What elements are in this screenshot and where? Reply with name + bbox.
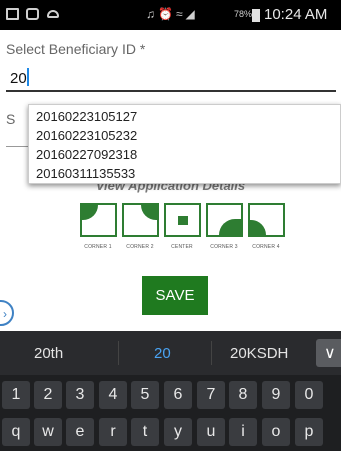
wifi-icon: ≈ <box>175 7 186 21</box>
number-row: 1 2 3 4 5 6 7 8 9 0 <box>0 378 341 410</box>
signal-icon: ◢ <box>185 7 198 21</box>
key-0[interactable]: 0 <box>295 381 323 409</box>
second-field-label: S <box>6 111 16 127</box>
corner-3-label: CORNER 3 <box>210 244 238 250</box>
center-label: CENTER <box>171 244 193 250</box>
key-w[interactable]: w <box>34 418 62 446</box>
key-8[interactable]: 8 <box>229 381 257 409</box>
corner-3-button[interactable] <box>206 203 243 237</box>
suggestion-item[interactable]: 20160223105127 <box>29 107 340 126</box>
keyboard-suggestion[interactable]: 20KSDH <box>230 345 288 362</box>
corner-2-icon <box>141 205 157 220</box>
photo-corners: CORNER 1 CORNER 2 CENTER CORNER 3 CORNER… <box>80 203 290 263</box>
suggestion-item[interactable]: 20160223105232 <box>29 126 340 145</box>
notification-icons: ♫⏰≈◢ <box>146 7 198 21</box>
letter-row: q w e r t y u i o p <box>0 415 341 447</box>
battery-icon <box>252 9 260 22</box>
center-button[interactable] <box>164 203 201 237</box>
key-p[interactable]: p <box>295 418 323 446</box>
mute-icon: ♫ <box>146 7 158 21</box>
key-7[interactable]: 7 <box>197 381 225 409</box>
battery-percent: 78% <box>234 9 253 19</box>
key-u[interactable]: u <box>197 418 225 446</box>
key-9[interactable]: 9 <box>262 381 290 409</box>
side-drawer-handle[interactable]: › <box>0 300 14 326</box>
save-button[interactable]: SAVE <box>142 276 208 315</box>
chevron-right-icon: › <box>3 307 7 321</box>
key-r[interactable]: r <box>99 418 127 446</box>
suggestion-item[interactable]: 20160227092318 <box>29 145 340 164</box>
status-time: 10:24 AM <box>264 6 328 23</box>
key-o[interactable]: o <box>262 418 290 446</box>
app-screen: ♫⏰≈◢ 78% 10:24 AM Select Beneficiary ID … <box>0 0 341 451</box>
beneficiary-input[interactable] <box>6 62 336 92</box>
key-t[interactable]: t <box>131 418 159 446</box>
soft-keyboard: 20th 20 20KSDH ∨ 1 2 3 4 5 6 7 8 9 0 q w… <box>0 331 341 451</box>
corner-4-label: CORNER 4 <box>252 244 280 250</box>
key-6[interactable]: 6 <box>164 381 192 409</box>
chevron-down-icon: ∨ <box>324 345 336 362</box>
text-cursor <box>27 68 29 86</box>
key-2[interactable]: 2 <box>34 381 62 409</box>
beneficiary-suggestions: 20160223105127 20160223105232 2016022709… <box>28 104 341 184</box>
suggestion-item[interactable]: 20160311135533 <box>29 164 340 183</box>
corner-4-icon <box>250 220 266 235</box>
key-i[interactable]: i <box>229 418 257 446</box>
message-icon <box>26 8 39 20</box>
key-y[interactable]: y <box>164 418 192 446</box>
corner-2-button[interactable] <box>122 203 159 237</box>
key-5[interactable]: 5 <box>131 381 159 409</box>
corner-1-label: CORNER 1 <box>84 244 112 250</box>
gallery-icon <box>6 8 19 20</box>
status-bar: ♫⏰≈◢ 78% 10:24 AM <box>0 0 341 30</box>
corner-1-button[interactable] <box>80 203 117 237</box>
key-q[interactable]: q <box>2 418 30 446</box>
keyboard-suggestion-bar: 20th 20 20KSDH ∨ <box>0 331 341 375</box>
key-1[interactable]: 1 <box>2 381 30 409</box>
suggestion-divider <box>118 341 119 365</box>
key-e[interactable]: e <box>66 418 94 446</box>
key-3[interactable]: 3 <box>66 381 94 409</box>
corner-3-icon <box>219 219 241 235</box>
corner-4-button[interactable] <box>248 203 285 237</box>
voicemail-icon <box>47 10 59 18</box>
beneficiary-label: Select Beneficiary ID * <box>6 41 146 57</box>
suggestion-divider <box>211 341 212 365</box>
keyboard-suggestion[interactable]: 20th <box>34 345 63 362</box>
keyboard-suggestion[interactable]: 20 <box>154 345 171 362</box>
key-4[interactable]: 4 <box>99 381 127 409</box>
center-icon <box>178 216 188 225</box>
corner-1-icon <box>82 205 98 220</box>
alarm-icon: ⏰ <box>158 7 176 21</box>
corner-2-label: CORNER 2 <box>126 244 154 250</box>
keyboard-collapse-button[interactable]: ∨ <box>316 339 341 367</box>
